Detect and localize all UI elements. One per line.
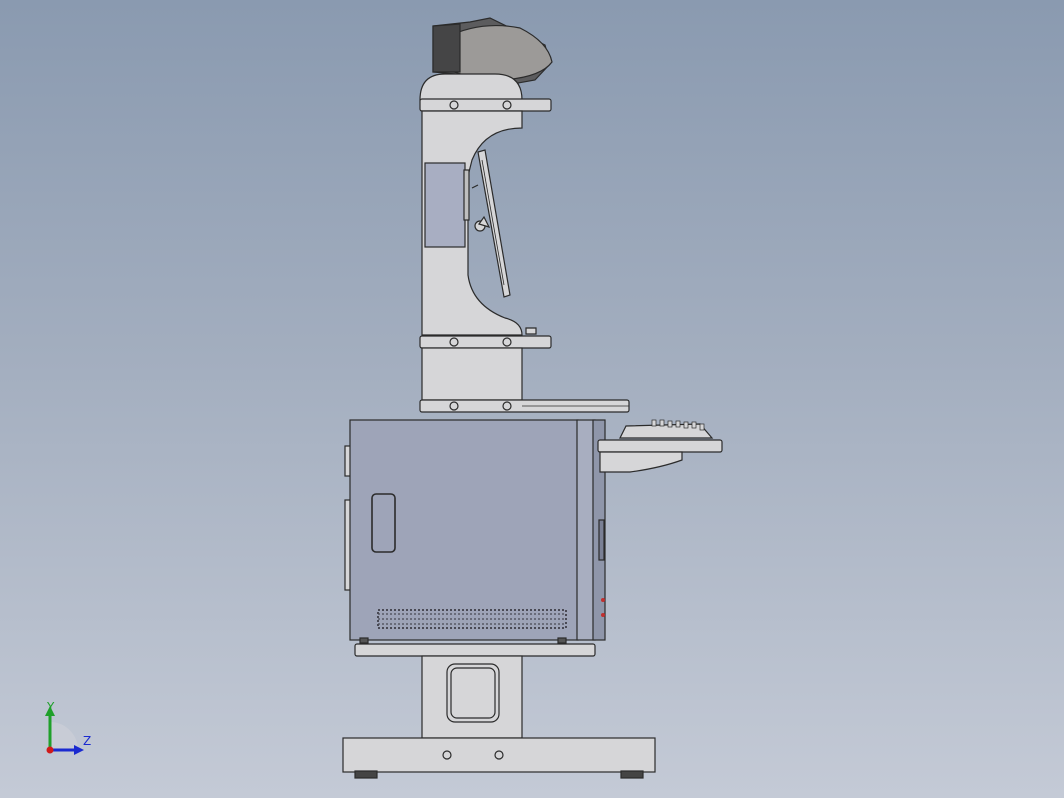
- cabinet-handle: [371, 493, 396, 553]
- column-middle: [421, 347, 523, 401]
- y-axis-label: Y: [46, 700, 55, 714]
- cabinet-base-plate: [354, 643, 596, 657]
- shelf-bracket: [419, 399, 630, 413]
- x-axis-dot: [46, 746, 54, 754]
- middle-bracket: [419, 335, 552, 349]
- foot-base: [342, 737, 656, 779]
- column-upper: [421, 110, 523, 336]
- column-lower: [421, 655, 523, 739]
- z-axis-label: Z: [83, 734, 91, 748]
- cad-viewport[interactable]: Y Z: [0, 0, 1064, 798]
- cabinet: [344, 419, 606, 644]
- keyboard-tray: [597, 419, 723, 473]
- coordinate-triad: Y Z: [45, 700, 91, 755]
